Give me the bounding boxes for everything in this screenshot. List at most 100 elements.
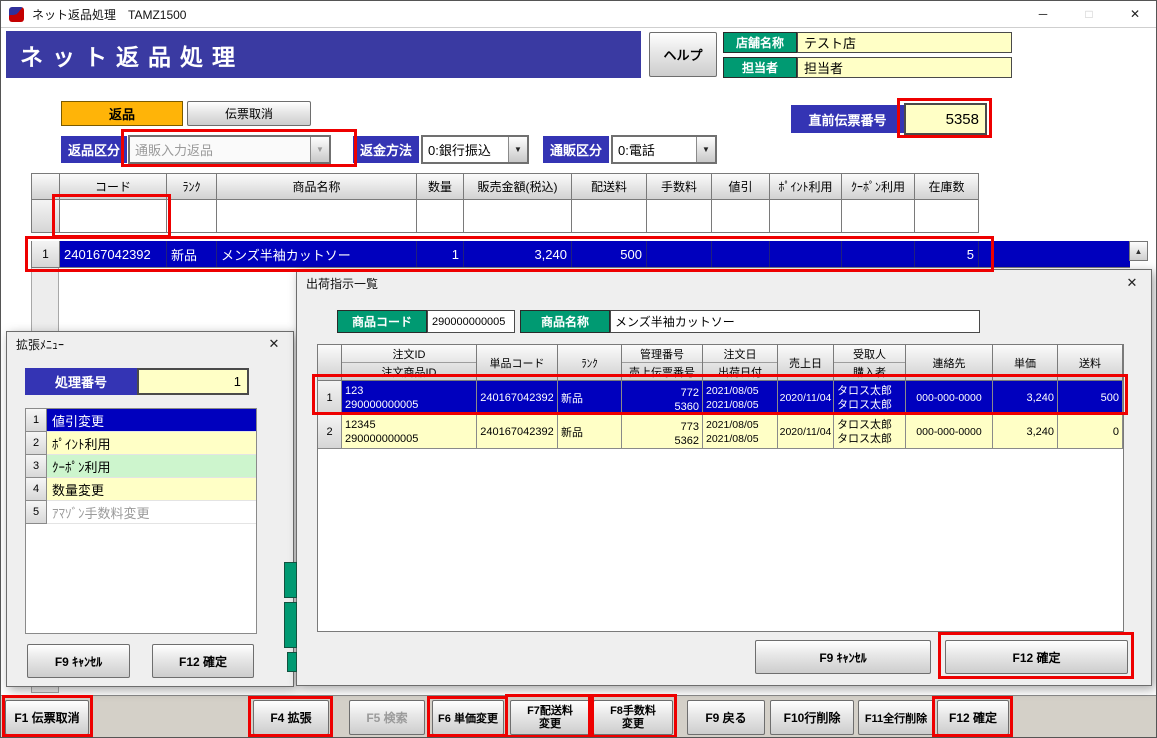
ship-col-contact: 連絡先 (906, 345, 993, 381)
rank-input-cell[interactable] (167, 200, 217, 233)
name-input-cell[interactable] (217, 200, 417, 233)
process-number-field[interactable]: 1 (137, 368, 249, 395)
f11-delete-all-button[interactable]: F11全行削除 (858, 700, 934, 735)
menu-item-point-use[interactable]: 2 ﾎﾟｲﾝﾄ利用 (26, 432, 256, 455)
shipping-dialog-titlebar: 出荷指示一覧 ✕ (297, 270, 1151, 296)
chevron-down-icon: ▼ (696, 137, 715, 162)
ext-cancel-button[interactable]: F9 ｷｬﾝｾﾙ (27, 644, 130, 678)
col-header-rank: ﾗﾝｸ (167, 173, 217, 200)
cell-item-code: 240167042392 (477, 381, 558, 415)
order-category-combo[interactable]: 0:電話 ▼ (611, 135, 717, 164)
product-code-field: 290000000005 (427, 310, 515, 333)
refund-method-combo[interactable]: 0:銀行振込 ▼ (421, 135, 529, 164)
ship-col-shipping: 送料 (1058, 345, 1123, 381)
cell-rank: 新品 (167, 241, 217, 267)
cell-rank: 新品 (558, 381, 622, 415)
cell-name: メンズ半袖カットソー (217, 241, 417, 267)
cell-order-ids: 12345 290000000005 (342, 415, 477, 449)
ship-col-manage-no: 管理番号 売上伝票番号 (622, 345, 703, 381)
ship-confirm-button[interactable]: F12 確定 (945, 640, 1128, 674)
ship-cancel-button[interactable]: F9 ｷｬﾝｾﾙ (755, 640, 931, 674)
grid-data-row[interactable]: 1 240167042392 新品 メンズ半袖カットソー 1 3,240 500… (31, 241, 1130, 268)
cell-dates: 2021/08/05 2021/08/05 (703, 381, 778, 415)
cell-sales-date: 2020/11/04 (778, 415, 834, 449)
col-header-shipping: 配送料 (572, 173, 647, 200)
f6-unit-price-button[interactable]: F6 単価変更 (432, 700, 504, 735)
f8-handling-fee-button[interactable]: F8手数料 変更 (593, 700, 673, 735)
cell-sales-date: 2020/11/04 (778, 381, 834, 415)
prev-slip-label: 直前伝票番号 (791, 105, 904, 133)
row-number-cell: 1 (32, 241, 60, 268)
close-icon[interactable]: ✕ (1112, 1, 1157, 27)
amount-input-cell[interactable] (464, 200, 572, 233)
discount-input-cell[interactable] (712, 200, 770, 233)
menu-item-discount-change[interactable]: 1 値引変更 (26, 409, 256, 432)
cell-fee (647, 241, 712, 267)
window-titlebar: ネット返品処理 TAMZ1500 ─ □ ✕ (1, 1, 1157, 28)
page-title: ネット返品処理 (20, 38, 244, 72)
f12-confirm-button[interactable]: F12 確定 (937, 700, 1009, 735)
return-mode-button[interactable]: 返品 (61, 101, 183, 126)
close-icon[interactable]: ✕ (1122, 275, 1142, 291)
col-header-code: コード (60, 173, 167, 200)
chevron-down-icon: ▼ (508, 137, 527, 162)
cell-rank: 新品 (558, 415, 622, 449)
refund-method-label: 返金方法 (353, 136, 419, 163)
refund-method-value: 0:銀行振込 (428, 140, 491, 159)
ship-col-item-code: 単品コード (477, 345, 558, 381)
stock-input-cell[interactable] (915, 200, 979, 233)
cell-receiver: タロス太郎 タロス太郎 (834, 381, 906, 415)
cell-discount (712, 241, 770, 267)
return-category-label: 返品区分 (61, 136, 127, 163)
f7-shipping-fee-button[interactable]: F7配送料 変更 (510, 700, 590, 735)
col-header-name: 商品名称 (217, 173, 417, 200)
col-header-discount: 値引 (712, 173, 770, 200)
menu-item-qty-change[interactable]: 4 数量変更 (26, 478, 256, 501)
shipping-table-header: 注文ID 注文商品ID 単品コード ﾗﾝｸ 管理番号 売上伝票番号 注文日 出荷… (318, 345, 1123, 381)
code-input[interactable] (60, 200, 166, 232)
f4-extension-button[interactable]: F4 拡張 (253, 700, 329, 735)
coupon-input-cell[interactable] (842, 200, 915, 233)
product-name-field: メンズ半袖カットソー (610, 310, 980, 333)
fee-input-cell[interactable] (647, 200, 712, 233)
ship-corner-cell (318, 345, 342, 381)
cell-unit-price: 3,240 (993, 415, 1058, 449)
cell-stock: 5 (915, 241, 979, 267)
col-header-amount: 販売金額(税込) (464, 173, 572, 200)
qty-input-cell[interactable] (417, 200, 464, 233)
extension-menu-list: 1 値引変更 2 ﾎﾟｲﾝﾄ利用 3 ｸｰﾎﾟﾝ利用 4 数量変更 5 ｱﾏｿﾞ… (25, 408, 257, 634)
cell-order-ids: 123 290000000005 (342, 381, 477, 415)
point-input-cell[interactable] (770, 200, 842, 233)
cell-contact: 000-000-0000 (906, 381, 993, 415)
shipping-row[interactable]: 2 12345 290000000005 240167042392 新品 773… (318, 415, 1123, 449)
close-icon[interactable]: ✕ (264, 336, 284, 352)
order-category-label: 通販区分 (543, 136, 609, 163)
f1-void-slip-button[interactable]: F1 伝票取消 (5, 700, 89, 735)
void-slip-button[interactable]: 伝票取消 (187, 101, 311, 126)
shipping-list-dialog: 出荷指示一覧 ✕ 商品コード 290000000005 商品名称 メンズ半袖カッ… (296, 269, 1152, 686)
ext-confirm-button[interactable]: F12 確定 (152, 644, 254, 678)
shipping-row-selected[interactable]: 1 123 290000000005 240167042392 新品 772 5… (318, 381, 1123, 415)
hidden-button-fragment (287, 652, 297, 672)
return-category-combo[interactable]: 通販入力返品 ▼ (128, 135, 331, 164)
minimize-icon[interactable]: ─ (1020, 1, 1066, 27)
cell-point (770, 241, 842, 267)
menu-item-amazon-fee-change[interactable]: 5 ｱﾏｿﾞﾝ手数料変更 (26, 501, 256, 524)
cell-coupon (842, 241, 915, 267)
menu-item-coupon-use[interactable]: 3 ｸｰﾎﾟﾝ利用 (26, 455, 256, 478)
extension-menu-dialog: 拡張ﾒﾆｭｰ ✕ 処理番号 1 1 値引変更 2 ﾎﾟｲﾝﾄ利用 3 ｸｰﾎﾟﾝ… (6, 331, 294, 687)
shipping-input-cell[interactable] (572, 200, 647, 233)
grid-header-row: コード ﾗﾝｸ 商品名称 数量 販売金額(税込) 配送料 手数料 値引 ﾎﾟｲﾝ… (31, 173, 979, 200)
process-number-label: 処理番号 (25, 368, 137, 395)
scroll-up-button[interactable]: ▲ (1129, 241, 1148, 261)
chevron-down-icon: ▼ (310, 137, 329, 162)
store-name-label: 店舗名称 (723, 32, 797, 53)
ship-col-order-date: 注文日 出荷日付 (703, 345, 778, 381)
f9-back-button[interactable]: F9 戻る (687, 700, 765, 735)
f10-delete-row-button[interactable]: F10行削除 (770, 700, 854, 735)
scroll-up-icon: ▲ (1135, 247, 1143, 256)
selected-row: 240167042392 新品 メンズ半袖カットソー 1 3,240 500 5 (60, 241, 1130, 268)
code-input-cell[interactable] (60, 200, 167, 233)
help-button[interactable]: ヘルプ (649, 32, 717, 77)
grid-row-filler (979, 241, 1130, 267)
